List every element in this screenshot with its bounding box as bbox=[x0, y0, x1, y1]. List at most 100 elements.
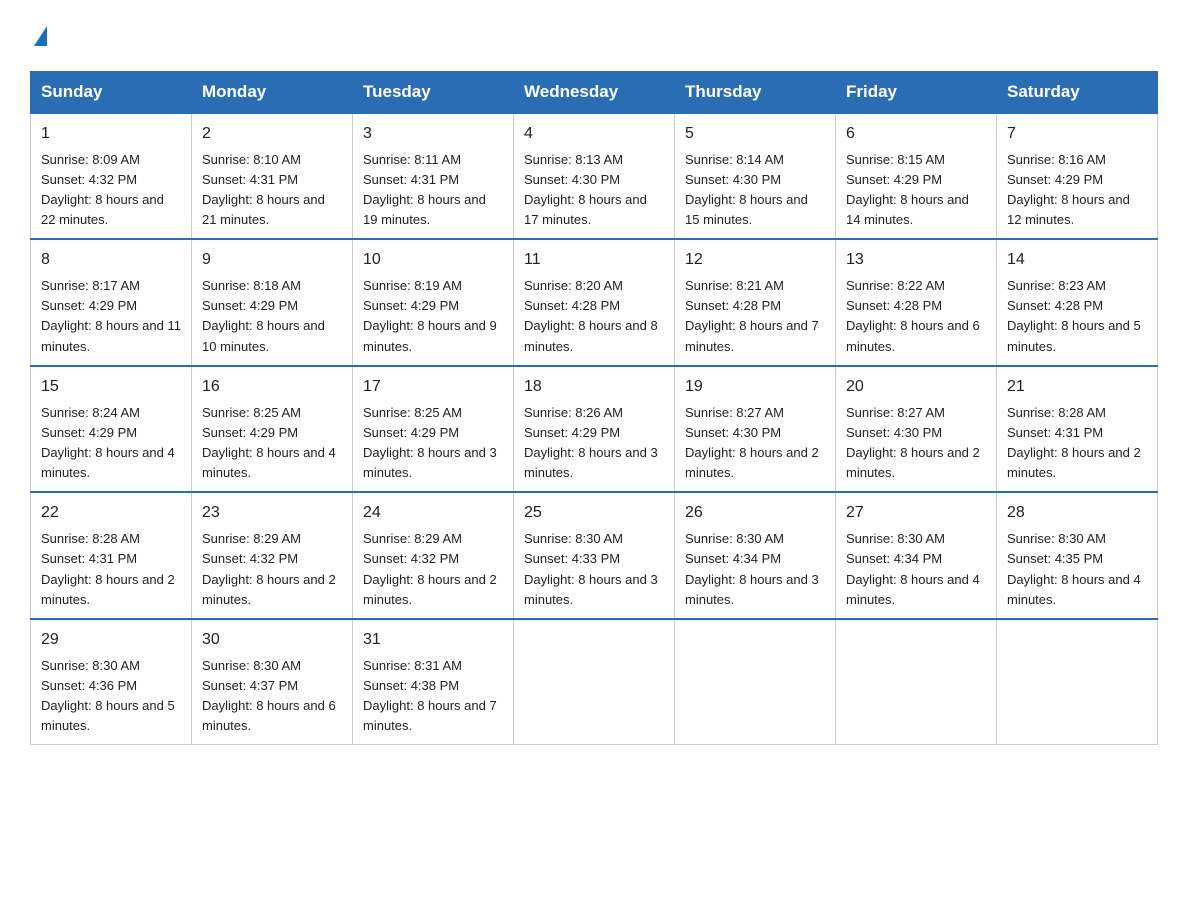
calendar-cell: 21 Sunrise: 8:28 AM Sunset: 4:31 PM Dayl… bbox=[997, 366, 1158, 493]
cell-content: Sunrise: 8:09 AM Sunset: 4:32 PM Dayligh… bbox=[41, 150, 181, 231]
day-number: 3 bbox=[363, 122, 503, 146]
cell-content: Sunrise: 8:25 AM Sunset: 4:29 PM Dayligh… bbox=[363, 403, 503, 484]
calendar-cell: 31 Sunrise: 8:31 AM Sunset: 4:38 PM Dayl… bbox=[353, 619, 514, 745]
day-number: 10 bbox=[363, 248, 503, 272]
cell-content: Sunrise: 8:30 AM Sunset: 4:37 PM Dayligh… bbox=[202, 656, 342, 737]
day-number: 7 bbox=[1007, 122, 1147, 146]
calendar-cell: 16 Sunrise: 8:25 AM Sunset: 4:29 PM Dayl… bbox=[192, 366, 353, 493]
cell-content: Sunrise: 8:14 AM Sunset: 4:30 PM Dayligh… bbox=[685, 150, 825, 231]
day-number: 16 bbox=[202, 375, 342, 399]
day-number: 21 bbox=[1007, 375, 1147, 399]
day-number: 4 bbox=[524, 122, 664, 146]
col-header-wednesday: Wednesday bbox=[514, 71, 675, 113]
calendar-cell bbox=[997, 619, 1158, 745]
day-number: 30 bbox=[202, 628, 342, 652]
calendar-cell: 30 Sunrise: 8:30 AM Sunset: 4:37 PM Dayl… bbox=[192, 619, 353, 745]
cell-content: Sunrise: 8:30 AM Sunset: 4:34 PM Dayligh… bbox=[846, 529, 986, 610]
calendar-cell: 15 Sunrise: 8:24 AM Sunset: 4:29 PM Dayl… bbox=[31, 366, 192, 493]
cell-content: Sunrise: 8:21 AM Sunset: 4:28 PM Dayligh… bbox=[685, 276, 825, 357]
calendar-cell: 3 Sunrise: 8:11 AM Sunset: 4:31 PM Dayli… bbox=[353, 113, 514, 240]
calendar-cell: 22 Sunrise: 8:28 AM Sunset: 4:31 PM Dayl… bbox=[31, 492, 192, 619]
day-number: 29 bbox=[41, 628, 181, 652]
day-number: 13 bbox=[846, 248, 986, 272]
calendar-cell: 6 Sunrise: 8:15 AM Sunset: 4:29 PM Dayli… bbox=[836, 113, 997, 240]
day-number: 11 bbox=[524, 248, 664, 272]
calendar-table: SundayMondayTuesdayWednesdayThursdayFrid… bbox=[30, 71, 1158, 746]
calendar-cell: 9 Sunrise: 8:18 AM Sunset: 4:29 PM Dayli… bbox=[192, 239, 353, 366]
col-header-thursday: Thursday bbox=[675, 71, 836, 113]
day-number: 20 bbox=[846, 375, 986, 399]
logo bbox=[30, 20, 47, 51]
day-number: 14 bbox=[1007, 248, 1147, 272]
calendar-cell: 12 Sunrise: 8:21 AM Sunset: 4:28 PM Dayl… bbox=[675, 239, 836, 366]
cell-content: Sunrise: 8:23 AM Sunset: 4:28 PM Dayligh… bbox=[1007, 276, 1147, 357]
calendar-cell bbox=[836, 619, 997, 745]
day-number: 22 bbox=[41, 501, 181, 525]
day-number: 23 bbox=[202, 501, 342, 525]
cell-content: Sunrise: 8:15 AM Sunset: 4:29 PM Dayligh… bbox=[846, 150, 986, 231]
calendar-cell: 23 Sunrise: 8:29 AM Sunset: 4:32 PM Dayl… bbox=[192, 492, 353, 619]
calendar-header-row: SundayMondayTuesdayWednesdayThursdayFrid… bbox=[31, 71, 1158, 113]
calendar-cell: 2 Sunrise: 8:10 AM Sunset: 4:31 PM Dayli… bbox=[192, 113, 353, 240]
col-header-saturday: Saturday bbox=[997, 71, 1158, 113]
cell-content: Sunrise: 8:18 AM Sunset: 4:29 PM Dayligh… bbox=[202, 276, 342, 357]
cell-content: Sunrise: 8:27 AM Sunset: 4:30 PM Dayligh… bbox=[846, 403, 986, 484]
calendar-cell: 11 Sunrise: 8:20 AM Sunset: 4:28 PM Dayl… bbox=[514, 239, 675, 366]
week-row-4: 22 Sunrise: 8:28 AM Sunset: 4:31 PM Dayl… bbox=[31, 492, 1158, 619]
cell-content: Sunrise: 8:19 AM Sunset: 4:29 PM Dayligh… bbox=[363, 276, 503, 357]
calendar-cell: 4 Sunrise: 8:13 AM Sunset: 4:30 PM Dayli… bbox=[514, 113, 675, 240]
cell-content: Sunrise: 8:13 AM Sunset: 4:30 PM Dayligh… bbox=[524, 150, 664, 231]
calendar-cell bbox=[514, 619, 675, 745]
cell-content: Sunrise: 8:24 AM Sunset: 4:29 PM Dayligh… bbox=[41, 403, 181, 484]
calendar-cell: 19 Sunrise: 8:27 AM Sunset: 4:30 PM Dayl… bbox=[675, 366, 836, 493]
cell-content: Sunrise: 8:30 AM Sunset: 4:35 PM Dayligh… bbox=[1007, 529, 1147, 610]
calendar-cell bbox=[675, 619, 836, 745]
col-header-monday: Monday bbox=[192, 71, 353, 113]
day-number: 17 bbox=[363, 375, 503, 399]
day-number: 26 bbox=[685, 501, 825, 525]
calendar-cell: 18 Sunrise: 8:26 AM Sunset: 4:29 PM Dayl… bbox=[514, 366, 675, 493]
calendar-cell: 13 Sunrise: 8:22 AM Sunset: 4:28 PM Dayl… bbox=[836, 239, 997, 366]
cell-content: Sunrise: 8:25 AM Sunset: 4:29 PM Dayligh… bbox=[202, 403, 342, 484]
day-number: 12 bbox=[685, 248, 825, 272]
calendar-cell: 10 Sunrise: 8:19 AM Sunset: 4:29 PM Dayl… bbox=[353, 239, 514, 366]
week-row-2: 8 Sunrise: 8:17 AM Sunset: 4:29 PM Dayli… bbox=[31, 239, 1158, 366]
cell-content: Sunrise: 8:30 AM Sunset: 4:36 PM Dayligh… bbox=[41, 656, 181, 737]
day-number: 19 bbox=[685, 375, 825, 399]
day-number: 18 bbox=[524, 375, 664, 399]
cell-content: Sunrise: 8:27 AM Sunset: 4:30 PM Dayligh… bbox=[685, 403, 825, 484]
page-header bbox=[30, 20, 1158, 51]
cell-content: Sunrise: 8:26 AM Sunset: 4:29 PM Dayligh… bbox=[524, 403, 664, 484]
day-number: 1 bbox=[41, 122, 181, 146]
calendar-cell: 7 Sunrise: 8:16 AM Sunset: 4:29 PM Dayli… bbox=[997, 113, 1158, 240]
calendar-cell: 25 Sunrise: 8:30 AM Sunset: 4:33 PM Dayl… bbox=[514, 492, 675, 619]
col-header-sunday: Sunday bbox=[31, 71, 192, 113]
cell-content: Sunrise: 8:22 AM Sunset: 4:28 PM Dayligh… bbox=[846, 276, 986, 357]
calendar-cell: 27 Sunrise: 8:30 AM Sunset: 4:34 PM Dayl… bbox=[836, 492, 997, 619]
cell-content: Sunrise: 8:16 AM Sunset: 4:29 PM Dayligh… bbox=[1007, 150, 1147, 231]
calendar-cell: 8 Sunrise: 8:17 AM Sunset: 4:29 PM Dayli… bbox=[31, 239, 192, 366]
day-number: 5 bbox=[685, 122, 825, 146]
week-row-1: 1 Sunrise: 8:09 AM Sunset: 4:32 PM Dayli… bbox=[31, 113, 1158, 240]
day-number: 31 bbox=[363, 628, 503, 652]
calendar-cell: 20 Sunrise: 8:27 AM Sunset: 4:30 PM Dayl… bbox=[836, 366, 997, 493]
col-header-friday: Friday bbox=[836, 71, 997, 113]
week-row-5: 29 Sunrise: 8:30 AM Sunset: 4:36 PM Dayl… bbox=[31, 619, 1158, 745]
calendar-cell: 17 Sunrise: 8:25 AM Sunset: 4:29 PM Dayl… bbox=[353, 366, 514, 493]
calendar-cell: 24 Sunrise: 8:29 AM Sunset: 4:32 PM Dayl… bbox=[353, 492, 514, 619]
calendar-cell: 14 Sunrise: 8:23 AM Sunset: 4:28 PM Dayl… bbox=[997, 239, 1158, 366]
week-row-3: 15 Sunrise: 8:24 AM Sunset: 4:29 PM Dayl… bbox=[31, 366, 1158, 493]
day-number: 8 bbox=[41, 248, 181, 272]
day-number: 28 bbox=[1007, 501, 1147, 525]
day-number: 27 bbox=[846, 501, 986, 525]
cell-content: Sunrise: 8:28 AM Sunset: 4:31 PM Dayligh… bbox=[41, 529, 181, 610]
day-number: 2 bbox=[202, 122, 342, 146]
calendar-cell: 28 Sunrise: 8:30 AM Sunset: 4:35 PM Dayl… bbox=[997, 492, 1158, 619]
day-number: 25 bbox=[524, 501, 664, 525]
calendar-cell: 1 Sunrise: 8:09 AM Sunset: 4:32 PM Dayli… bbox=[31, 113, 192, 240]
col-header-tuesday: Tuesday bbox=[353, 71, 514, 113]
cell-content: Sunrise: 8:28 AM Sunset: 4:31 PM Dayligh… bbox=[1007, 403, 1147, 484]
calendar-cell: 29 Sunrise: 8:30 AM Sunset: 4:36 PM Dayl… bbox=[31, 619, 192, 745]
day-number: 24 bbox=[363, 501, 503, 525]
cell-content: Sunrise: 8:29 AM Sunset: 4:32 PM Dayligh… bbox=[363, 529, 503, 610]
